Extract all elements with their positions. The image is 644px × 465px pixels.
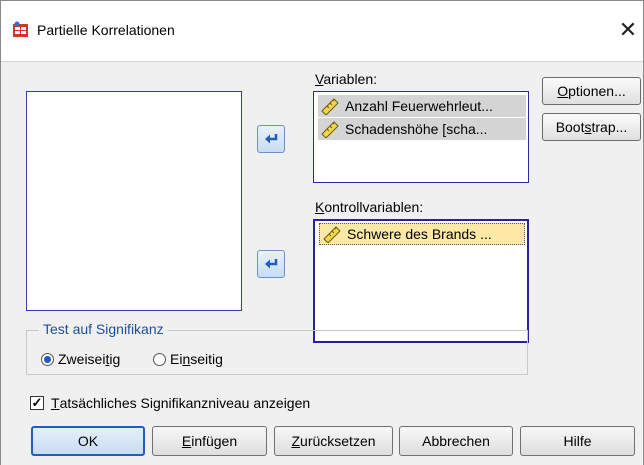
one-sided-radio[interactable]: Ei n seitig bbox=[153, 351, 223, 367]
dialog-body: Variablen: Anzahl Feuerwehrleut... Schad… bbox=[1, 61, 643, 465]
radio-selected-icon bbox=[41, 352, 54, 366]
scale-ruler-icon bbox=[323, 226, 341, 243]
insert-button[interactable]: Einfügen bbox=[152, 426, 267, 456]
help-button[interactable]: Hilfe bbox=[520, 426, 635, 456]
two-sided-radio[interactable]: Zweisei t ig bbox=[41, 351, 120, 367]
checkmark-icon: ✓ bbox=[30, 395, 44, 410]
variables-list[interactable]: Anzahl Feuerwehrleut... Schadenshöhe [sc… bbox=[313, 91, 529, 183]
radio-unselected-icon bbox=[153, 352, 166, 366]
significance-group-title: Test auf Signifikanz bbox=[39, 321, 168, 337]
control-variables-label: Kontrollvariablen: bbox=[315, 199, 424, 215]
move-arrow-icon bbox=[265, 259, 278, 269]
ok-button[interactable]: OK bbox=[31, 426, 145, 456]
variables-label: Variablen: bbox=[315, 71, 378, 87]
title-bar: Partielle Korrelationen ✕ bbox=[1, 1, 643, 61]
list-item-label: Schwere des Brands ... bbox=[347, 226, 492, 242]
window-title: Partielle Korrelationen bbox=[37, 22, 175, 38]
list-item-label: Anzahl Feuerwehrleut... bbox=[345, 98, 493, 114]
move-arrow-icon bbox=[265, 134, 278, 144]
move-to-variables-button[interactable] bbox=[257, 125, 285, 153]
list-item-label: Schadenshöhe [scha... bbox=[345, 121, 488, 137]
cancel-button[interactable]: Abbrechen bbox=[399, 426, 513, 456]
app-icon bbox=[13, 21, 28, 37]
control-variables-list[interactable]: Schwere des Brands ... bbox=[313, 219, 529, 343]
scale-ruler-icon bbox=[321, 121, 339, 138]
list-item[interactable]: Schwere des Brands ... bbox=[319, 223, 525, 245]
scale-ruler-icon bbox=[321, 98, 339, 115]
source-variable-list[interactable] bbox=[26, 91, 242, 311]
reset-button[interactable]: Zurücksetzen bbox=[274, 426, 393, 456]
show-significance-level-checkbox[interactable]: ✓ Tatsächliches Signifikanzniveau anzeig… bbox=[30, 395, 310, 411]
list-item[interactable]: Anzahl Feuerwehrleut... bbox=[318, 95, 526, 117]
close-icon[interactable]: ✕ bbox=[613, 15, 643, 45]
list-item[interactable]: Schadenshöhe [scha... bbox=[318, 118, 526, 140]
options-button[interactable]: Optionen... bbox=[542, 77, 641, 105]
move-to-controls-button[interactable] bbox=[257, 250, 285, 278]
bootstrap-button[interactable]: Boot s trap... bbox=[542, 113, 641, 141]
dialog-window: Partielle Korrelationen ✕ Variablen: Anz… bbox=[0, 0, 644, 465]
